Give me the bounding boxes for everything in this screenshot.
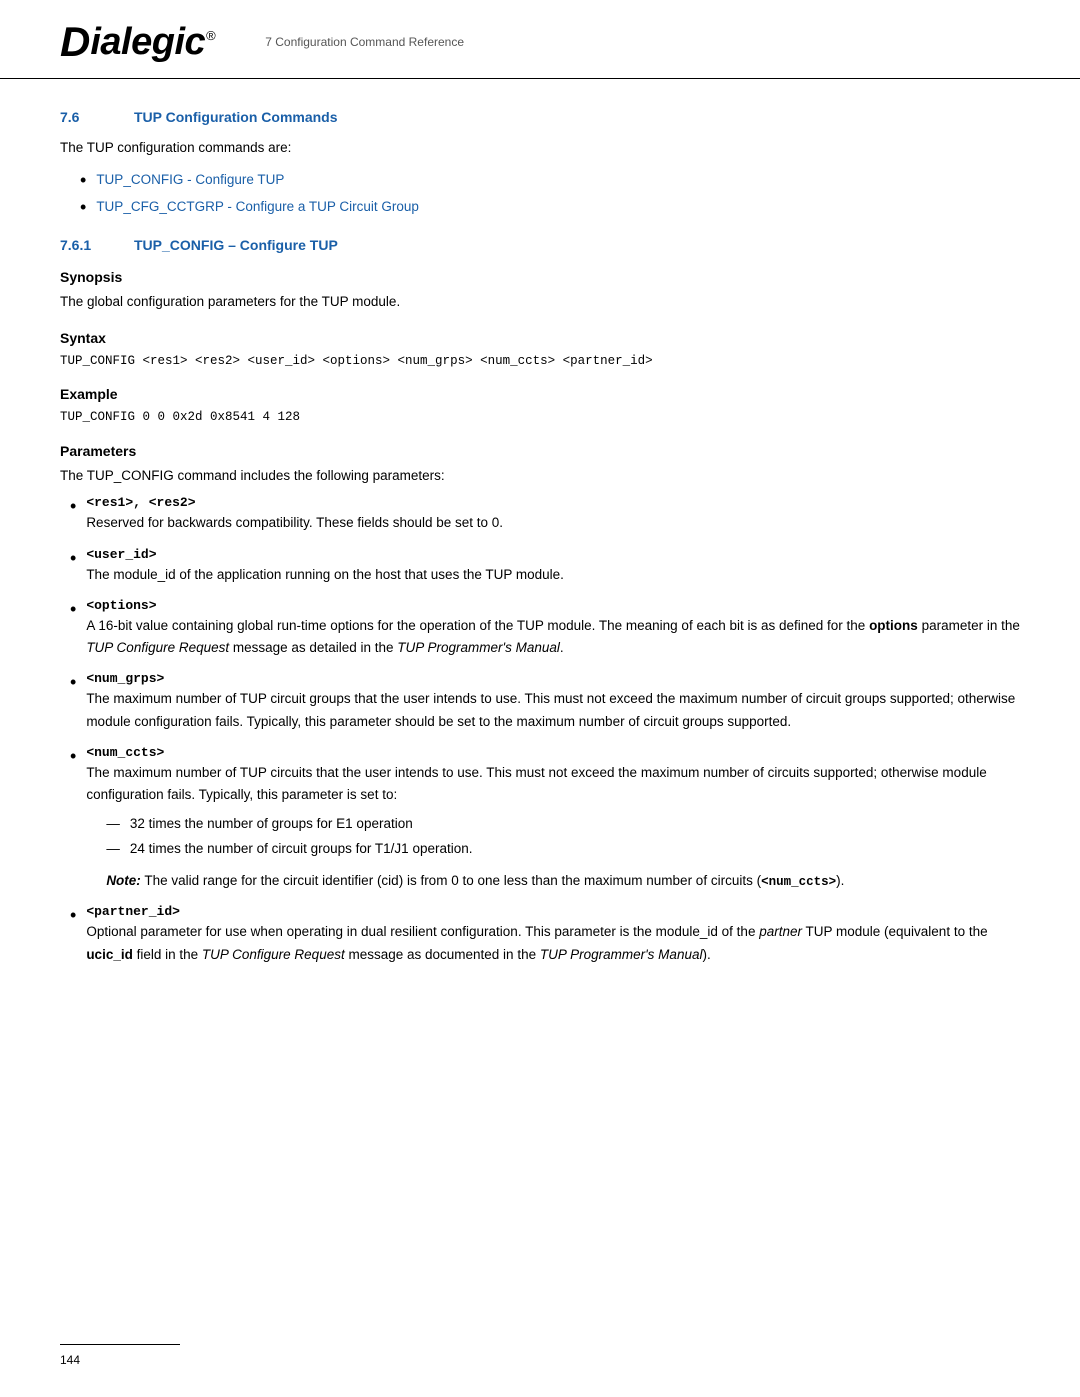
param-desc-numgrps: The maximum number of TUP circuit groups… (86, 688, 1020, 733)
param-list: <res1>, <res2> Reserved for backwards co… (70, 495, 1020, 965)
page-header: D ialegic® 7 Configuration Command Refer… (0, 0, 1080, 79)
param-name-numccts: <num_ccts> (86, 745, 1020, 760)
section-761-num: 7.6.1 (60, 237, 110, 253)
sub-bullet-t1j1-text: 24 times the number of circuit groups fo… (130, 838, 473, 860)
note-numccts-ref: <num_ccts> (761, 875, 836, 889)
param-desc-options: A 16-bit value containing global run-tim… (86, 615, 1020, 660)
logo-rest: ialegic® (90, 21, 215, 64)
example-heading: Example (60, 386, 1020, 402)
param-item-options: <options> A 16-bit value containing glob… (70, 598, 1020, 660)
param-item-res-content: <res1>, <res2> Reserved for backwards co… (86, 495, 1020, 534)
syntax-heading: Syntax (60, 330, 1020, 346)
param-item-numgrps-content: <num_grps> The maximum number of TUP cir… (86, 671, 1020, 733)
param-item-options-content: <options> A 16-bit value containing glob… (86, 598, 1020, 660)
logo-reg: ® (206, 28, 215, 43)
note-text: The valid range for the circuit identifi… (144, 873, 844, 888)
page-footer: 144 (60, 1344, 1020, 1367)
section-76-intro: The TUP configuration commands are: (60, 137, 1020, 159)
param-item-userid-content: <user_id> The module_id of the applicati… (86, 547, 1020, 586)
param-item-userid: <user_id> The module_id of the applicati… (70, 547, 1020, 586)
note-label: Note: (106, 873, 141, 888)
param-name-options: <options> (86, 598, 1020, 613)
footer-divider (60, 1344, 180, 1345)
link-tup-config[interactable]: TUP_CONFIG - Configure TUP (96, 169, 284, 191)
section-76-num: 7.6 (60, 109, 110, 125)
param-item-numccts: <num_ccts> The maximum number of TUP cir… (70, 745, 1020, 892)
main-content: 7.6 TUP Configuration Commands The TUP c… (0, 79, 1080, 1038)
link-tup-cfg-cctgrp[interactable]: TUP_CFG_CCTGRP - Configure a TUP Circuit… (96, 196, 419, 218)
page-number: 144 (60, 1353, 80, 1367)
param-item-partnerid: <partner_id> Optional parameter for use … (70, 904, 1020, 966)
ucicid-bold: ucic_id (86, 947, 133, 962)
section-76-links: TUP_CONFIG - Configure TUP TUP_CFG_CCTGR… (80, 169, 1020, 220)
section-76-title: TUP Configuration Commands (134, 109, 338, 125)
note-block: Note: The valid range for the circuit id… (106, 870, 1020, 893)
param-desc-userid: The module_id of the application running… (86, 564, 1020, 586)
syntax-code: TUP_CONFIG <res1> <res2> <user_id> <opti… (60, 352, 1020, 371)
options-italic1: TUP Configure Request (86, 640, 229, 655)
numccts-sub-list: 32 times the number of groups for E1 ope… (106, 813, 1020, 860)
synopsis-heading: Synopsis (60, 269, 1020, 285)
logo: D ialegic® (60, 18, 215, 66)
partner-italic: partner (759, 924, 802, 939)
param-desc-partnerid: Optional parameter for use when operatin… (86, 921, 1020, 966)
param-name-partnerid: <partner_id> (86, 904, 1020, 919)
param-item-res: <res1>, <res2> Reserved for backwards co… (70, 495, 1020, 534)
list-item[interactable]: TUP_CFG_CCTGRP - Configure a TUP Circuit… (80, 196, 1020, 219)
param-item-numgrps: <num_grps> The maximum number of TUP cir… (70, 671, 1020, 733)
header-nav-title: 7 Configuration Command Reference (245, 35, 464, 49)
param-desc-numccts: The maximum number of TUP circuits that … (86, 762, 1020, 892)
param-item-partnerid-content: <partner_id> Optional parameter for use … (86, 904, 1020, 966)
sub-bullet-e1: 32 times the number of groups for E1 ope… (106, 813, 1020, 835)
param-desc-res: Reserved for backwards compatibility. Th… (86, 512, 1020, 534)
list-item[interactable]: TUP_CONFIG - Configure TUP (80, 169, 1020, 192)
parameters-heading: Parameters (60, 443, 1020, 459)
options-italic2: TUP Programmer's Manual (397, 640, 560, 655)
partner-italic2: TUP Configure Request (202, 947, 345, 962)
options-bold: options (869, 618, 918, 633)
logo-d: D (60, 18, 90, 66)
param-name-userid: <user_id> (86, 547, 1020, 562)
section-761-title: TUP_CONFIG – Configure TUP (134, 237, 338, 253)
example-code: TUP_CONFIG 0 0 0x2d 0x8541 4 128 (60, 408, 1020, 427)
param-name-res: <res1>, <res2> (86, 495, 1020, 510)
parameters-intro: The TUP_CONFIG command includes the foll… (60, 465, 1020, 487)
param-name-numgrps: <num_grps> (86, 671, 1020, 686)
section-76-heading: 7.6 TUP Configuration Commands (60, 109, 1020, 125)
sub-bullet-e1-text: 32 times the number of groups for E1 ope… (130, 813, 413, 835)
synopsis-text: The global configuration parameters for … (60, 291, 1020, 313)
numccts-intro-text: The maximum number of TUP circuits that … (86, 765, 986, 802)
section-761-heading: 7.6.1 TUP_CONFIG – Configure TUP (60, 237, 1020, 253)
partner-italic3: TUP Programmer's Manual (540, 947, 703, 962)
param-item-numccts-content: <num_ccts> The maximum number of TUP cir… (86, 745, 1020, 892)
sub-bullet-t1j1: 24 times the number of circuit groups fo… (106, 838, 1020, 860)
